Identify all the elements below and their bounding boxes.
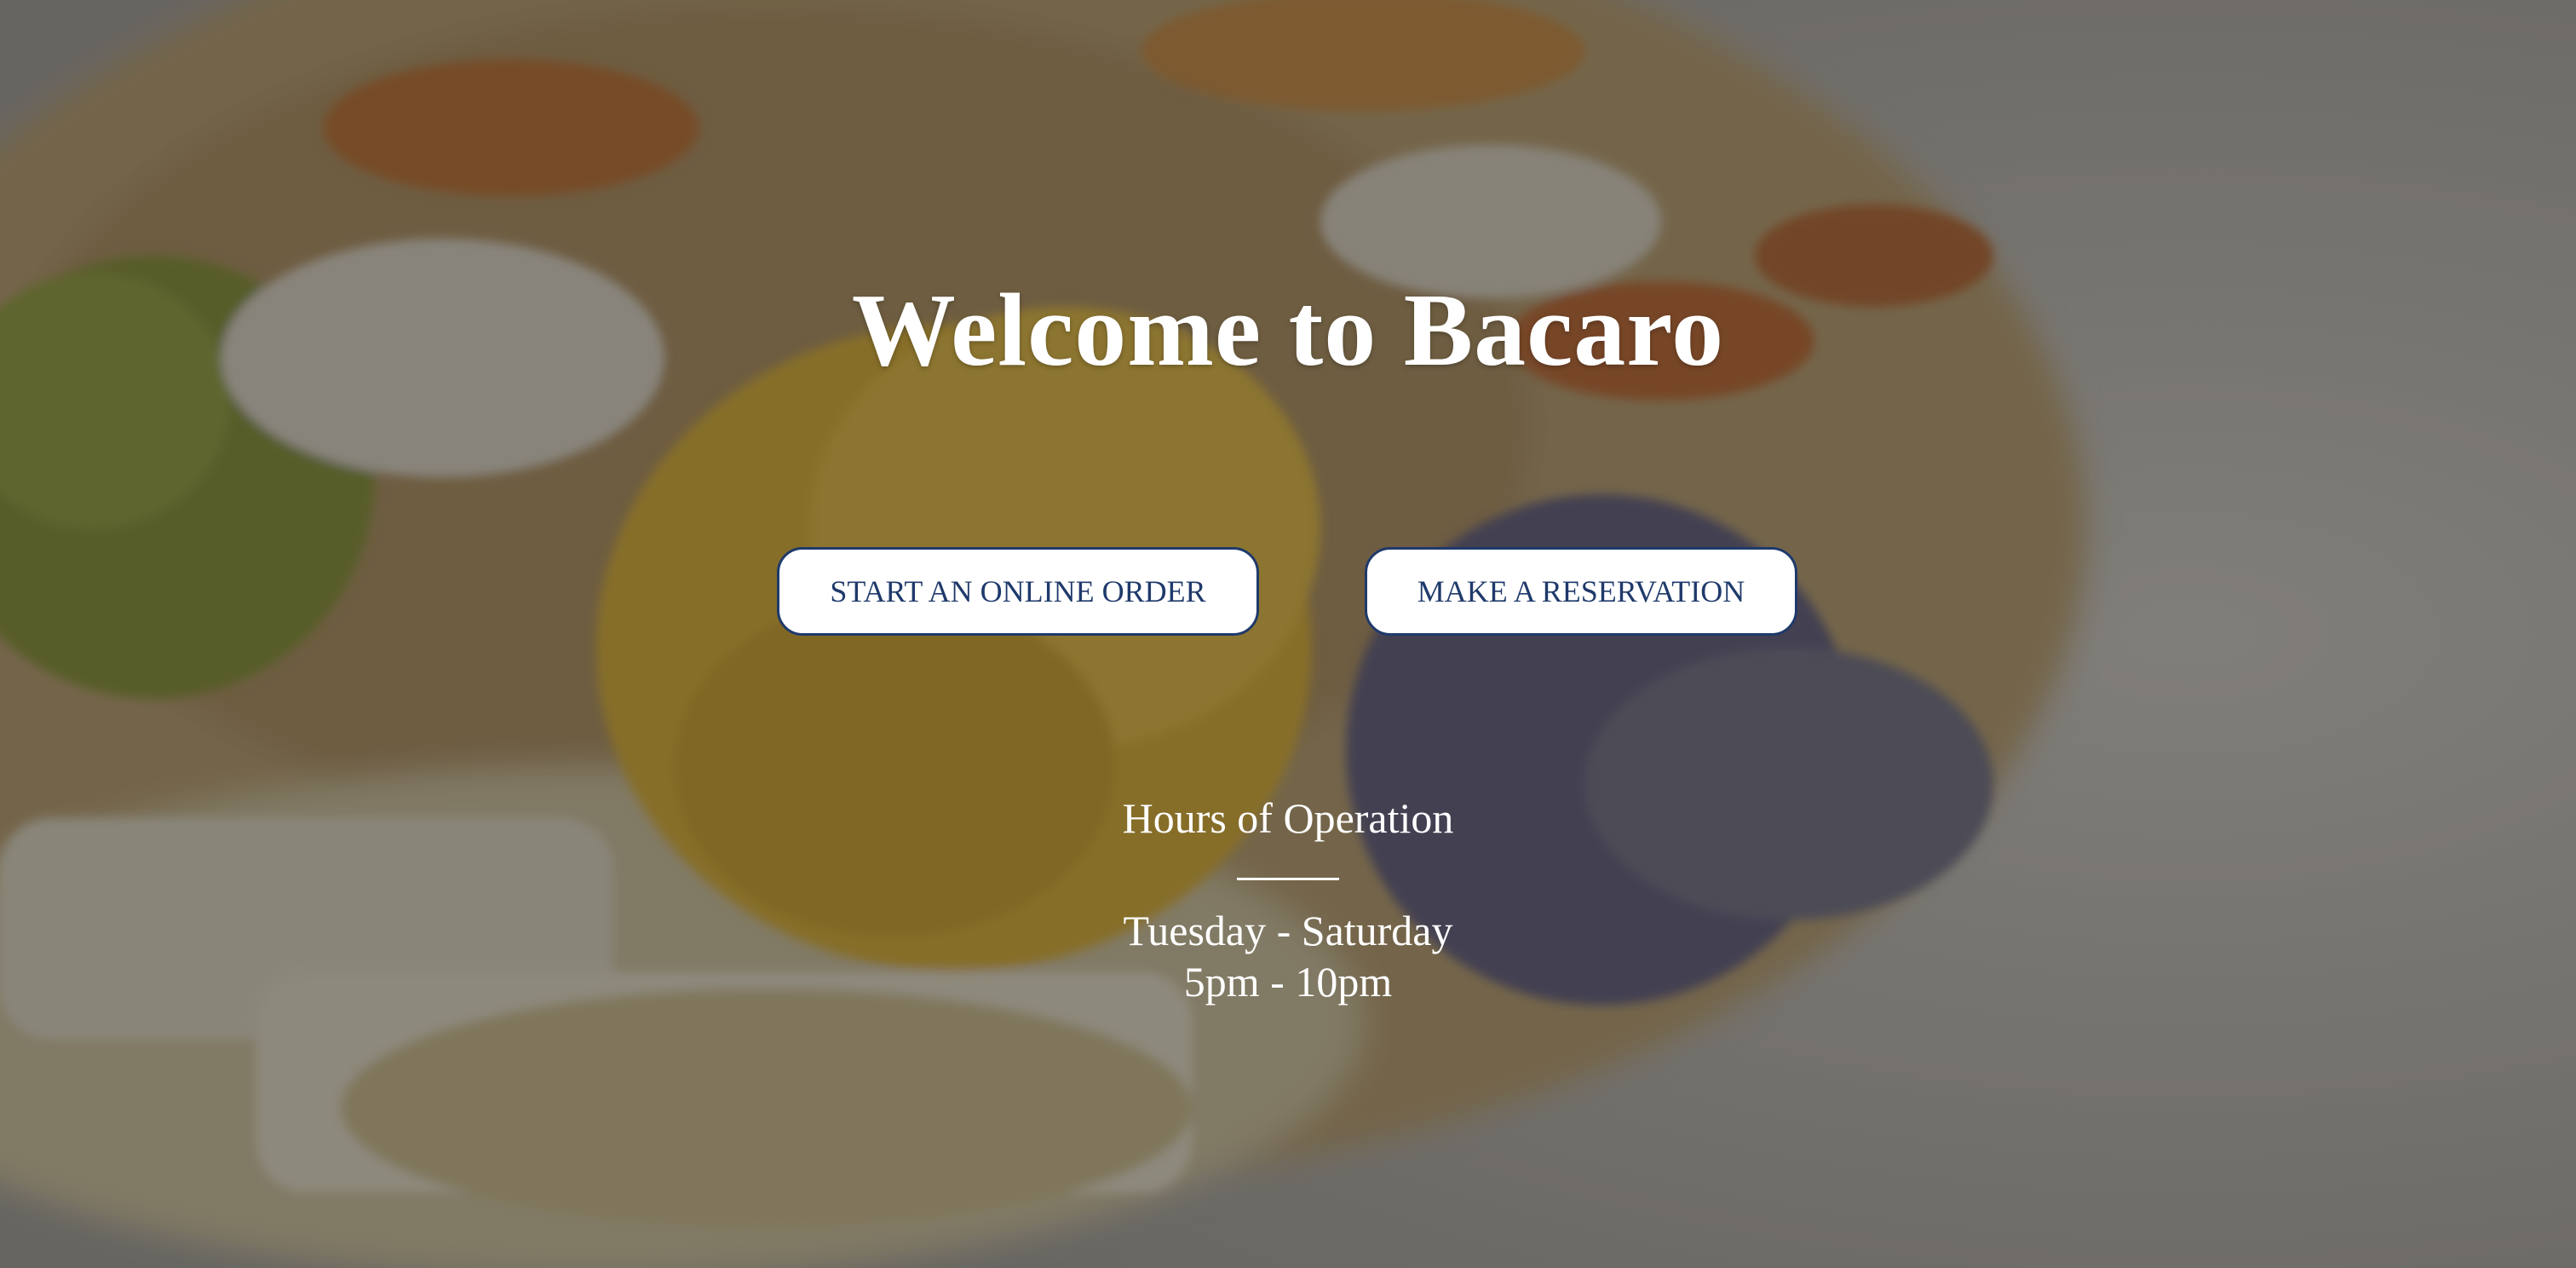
page-title: Welcome to Bacaro	[851, 273, 1725, 388]
hero-content: Welcome to Bacaro START AN ONLINE ORDER …	[0, 0, 2576, 1268]
hours-days: Tuesday - Saturday	[1123, 907, 1453, 954]
hours-heading: Hours of Operation	[1122, 794, 1454, 842]
start-online-order-button[interactable]: START AN ONLINE ORDER	[777, 547, 1259, 636]
hours-time: 5pm - 10pm	[1183, 958, 1393, 1006]
make-reservation-button[interactable]: MAKE A RESERVATION	[1365, 547, 1797, 636]
hours-divider	[1237, 878, 1339, 880]
hero-section: Welcome to Bacaro START AN ONLINE ORDER …	[0, 0, 2576, 1268]
